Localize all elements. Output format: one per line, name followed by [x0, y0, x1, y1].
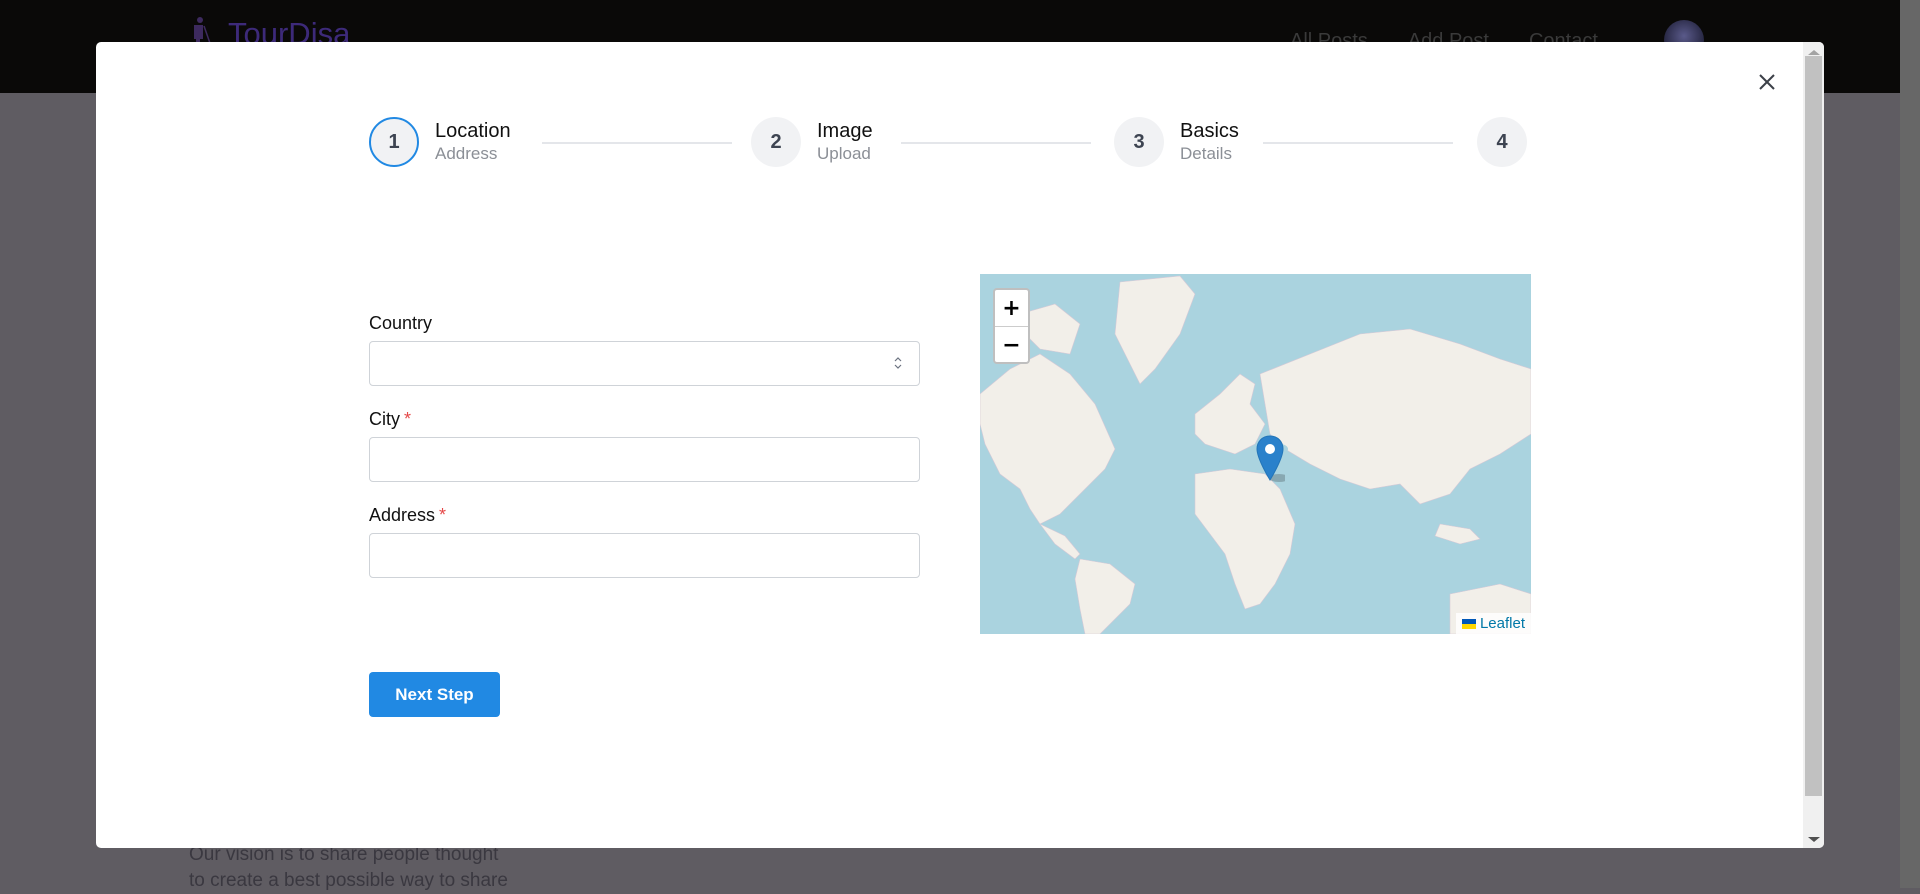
- close-icon: [1759, 74, 1775, 90]
- next-step-button[interactable]: Next Step: [369, 672, 500, 717]
- zoom-control: + −: [993, 288, 1030, 364]
- step-subtitle: Details: [1180, 144, 1232, 163]
- country-select[interactable]: [369, 341, 920, 386]
- map-pin-icon[interactable]: [1255, 434, 1285, 484]
- country-label: Country: [369, 313, 433, 333]
- page-scrollbar: [1900, 0, 1920, 888]
- address-label: Address *: [369, 505, 447, 525]
- zoom-out-button[interactable]: −: [995, 327, 1028, 363]
- scroll-down-arrow-icon[interactable]: [1808, 837, 1820, 842]
- step-connector: [542, 142, 732, 144]
- step-number: 2: [751, 117, 801, 167]
- address-input[interactable]: [369, 533, 920, 578]
- map-attribution: Leaflet: [1455, 613, 1531, 634]
- required-asterisk: *: [439, 505, 447, 525]
- leaflet-link[interactable]: Leaflet: [1480, 615, 1525, 632]
- step-subtitle: Upload: [817, 144, 871, 163]
- step-connector: [1263, 142, 1453, 144]
- step-location[interactable]: 1 Location Address: [369, 117, 511, 167]
- address-group: Address *: [369, 503, 920, 578]
- required-asterisk: *: [404, 409, 412, 429]
- country-group: Country: [369, 311, 920, 386]
- step-4[interactable]: 4: [1477, 117, 1527, 167]
- scroll-up-arrow-icon[interactable]: [1808, 50, 1820, 55]
- step-basics[interactable]: 3 Basics Details: [1114, 117, 1239, 167]
- step-connector: [901, 142, 1091, 144]
- modal-scrollbar[interactable]: [1803, 42, 1824, 848]
- step-subtitle: Address: [435, 144, 498, 163]
- step-number: 1: [369, 117, 419, 167]
- ukraine-flag-icon: [1461, 618, 1476, 629]
- background-text: Our vision is to share people thought to…: [189, 844, 508, 891]
- step-number: 4: [1477, 117, 1527, 167]
- stepper: 1 Location Address 2 Image Upload 3 Basi…: [369, 117, 1529, 169]
- step-image[interactable]: 2 Image Upload: [751, 117, 873, 167]
- step-title: Image: [817, 120, 873, 142]
- city-label: City *: [369, 409, 412, 429]
- add-post-modal: 1 Location Address 2 Image Upload 3 Basi…: [96, 42, 1824, 848]
- close-button[interactable]: [1752, 67, 1782, 97]
- zoom-in-button[interactable]: +: [995, 290, 1028, 327]
- step-number: 3: [1114, 117, 1164, 167]
- city-group: City *: [369, 407, 920, 482]
- step-title: Basics: [1180, 120, 1239, 142]
- scrollbar-thumb[interactable]: [1805, 56, 1822, 796]
- chevron-updown-icon: [894, 357, 902, 369]
- location-map[interactable]: + − Leaflet: [980, 274, 1531, 634]
- step-title: Location: [435, 120, 511, 142]
- city-input[interactable]: [369, 437, 920, 482]
